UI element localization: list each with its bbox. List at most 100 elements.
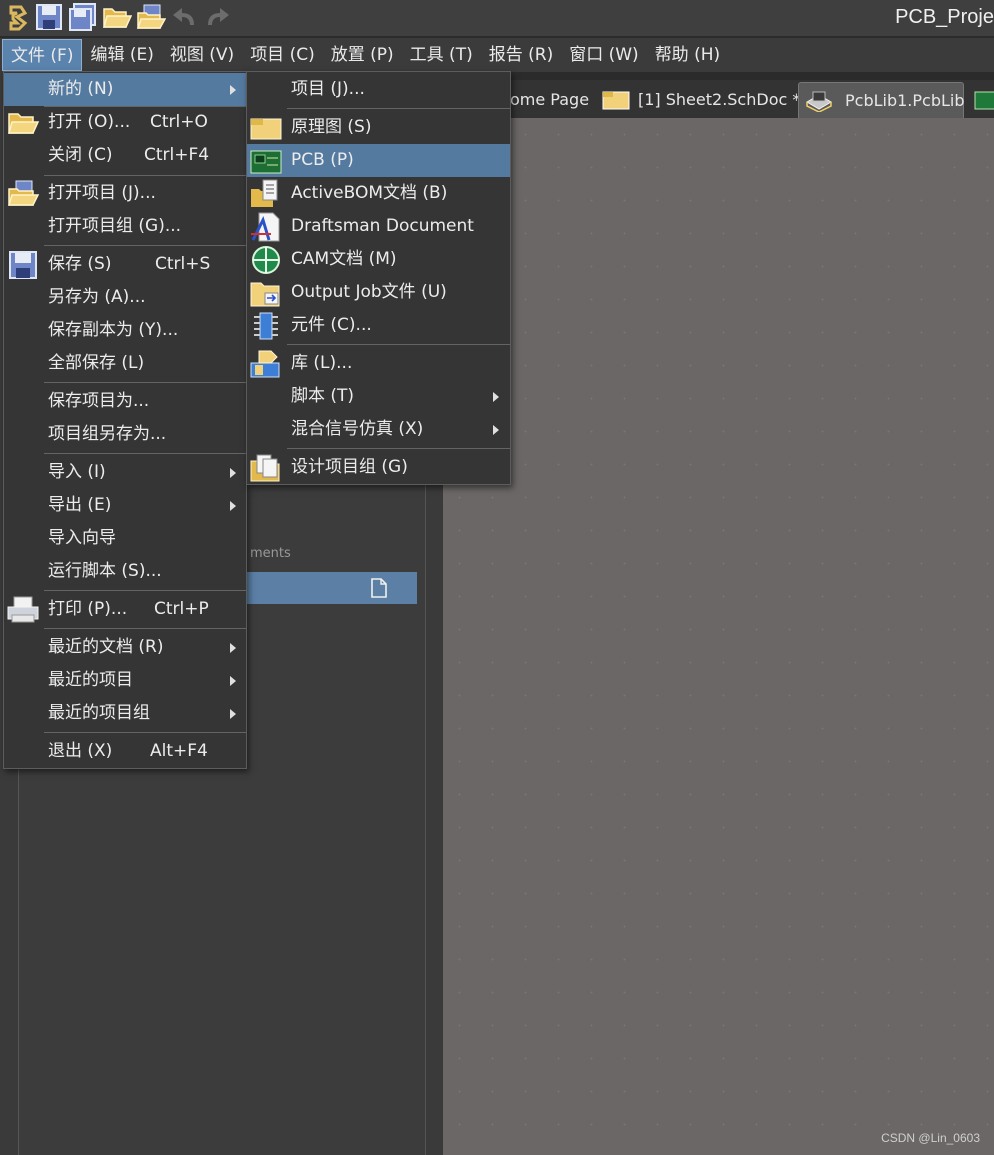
menu-separator <box>287 108 510 109</box>
menu-separator <box>44 382 246 383</box>
submenu-arrow-icon <box>230 468 236 478</box>
schematic-icon <box>602 91 630 110</box>
menu-item-recent-project-groups[interactable]: 最近的项目组 <box>4 697 246 730</box>
menu-item-save-project-group-as[interactable]: 项目组另存为... <box>4 418 246 451</box>
tab-label: PcbLib1.PcbLib <box>845 91 965 110</box>
component-icon <box>254 312 278 340</box>
menu-item-save-all[interactable]: 全部保存 (L) <box>4 347 246 380</box>
new-item-project[interactable]: 项目 (J)... <box>247 73 510 106</box>
open-project-icon <box>7 180 40 206</box>
pcb-library-icon <box>806 91 832 112</box>
title-bar: PCB_Proje <box>0 0 994 36</box>
submenu-arrow-icon <box>230 709 236 719</box>
cam-icon <box>252 246 280 274</box>
new-item-design-project-group[interactable]: 设计项目组 (G) <box>247 451 510 484</box>
submenu-arrow-icon <box>230 676 236 686</box>
menu-item-save[interactable]: 保存 (S) Ctrl+S <box>4 248 246 281</box>
menu-reports[interactable]: 报告 (R) <box>481 39 561 71</box>
menu-separator <box>287 448 510 449</box>
submenu-arrow-icon <box>230 501 236 511</box>
menu-item-run-script[interactable]: 运行脚本 (S)... <box>4 555 246 588</box>
design-canvas[interactable] <box>443 118 994 1155</box>
document-icon <box>371 578 387 598</box>
menu-window[interactable]: 窗口 (W) <box>561 39 646 71</box>
menu-item-open[interactable]: 打开 (O)... Ctrl+O <box>4 106 246 139</box>
submenu-arrow-icon <box>493 392 499 402</box>
menu-view[interactable]: 视图 (V) <box>162 39 242 71</box>
pcb-icon <box>974 91 994 110</box>
new-submenu: 项目 (J)... 原理图 (S) PCB (P) ActiveBOM文档 (B… <box>246 71 511 485</box>
new-item-schematic[interactable]: 原理图 (S) <box>247 111 510 144</box>
menu-separator <box>44 175 246 176</box>
menu-item-export[interactable]: 导出 (E) <box>4 489 246 522</box>
tab-home-page[interactable]: ome Page <box>510 82 596 118</box>
selected-document-row[interactable] <box>246 572 417 604</box>
menu-item-open-project[interactable]: 打开项目 (J)... <box>4 177 246 210</box>
pcb-icon <box>250 150 282 174</box>
tab-pcblib1[interactable]: PcbLib1.PcbLib <box>798 82 965 118</box>
new-item-mixed-signal-sim[interactable]: 混合信号仿真 (X) <box>247 413 510 446</box>
save-all-icon[interactable] <box>68 2 98 32</box>
menu-separator <box>44 453 246 454</box>
menu-bar: 文件 (F) 编辑 (E) 视图 (V) 项目 (C) 放置 (P) 工具 (T… <box>0 38 994 72</box>
library-icon <box>250 350 280 378</box>
tab-sheet2-schdoc[interactable]: [1] Sheet2.SchDoc * <box>596 82 800 118</box>
new-item-cam[interactable]: CAM文档 (M) <box>247 243 510 276</box>
menu-item-recent-documents[interactable]: 最近的文档 (R) <box>4 631 246 664</box>
tab-label: ome Page <box>510 90 590 109</box>
draftsman-icon <box>251 212 280 242</box>
menu-item-print[interactable]: 打印 (P)... Ctrl+P <box>4 593 246 626</box>
menu-help[interactable]: 帮助 (H) <box>647 39 728 71</box>
panel-partial-text: ments <box>250 546 291 561</box>
menu-file[interactable]: 文件 (F) <box>2 39 83 71</box>
menu-place[interactable]: 放置 (P) <box>323 39 402 71</box>
app-logo-icon <box>2 2 32 32</box>
submenu-arrow-icon <box>230 85 236 95</box>
new-item-activebom[interactable]: ActiveBOM文档 (B) <box>247 177 510 210</box>
menu-tools[interactable]: 工具 (T) <box>402 39 481 71</box>
schematic-icon <box>250 118 282 140</box>
menu-item-save-as[interactable]: 另存为 (A)... <box>4 281 246 314</box>
file-menu-dropdown: 新的 (N) 打开 (O)... Ctrl+O 关闭 (C) Ctrl+F4 打… <box>3 71 247 769</box>
menu-project[interactable]: 项目 (C) <box>242 39 323 71</box>
menu-separator <box>44 245 246 246</box>
bom-icon <box>251 179 278 207</box>
tab-label: [1] Sheet2.SchDoc * <box>638 90 801 109</box>
new-item-library[interactable]: 库 (L)... <box>247 347 510 380</box>
open-folder-icon[interactable] <box>102 2 132 32</box>
open-project-icon[interactable] <box>136 2 166 32</box>
new-item-pcb[interactable]: PCB (P) <box>247 144 510 177</box>
menu-edit[interactable]: 编辑 (E) <box>82 39 161 71</box>
menu-item-import-wizard[interactable]: 导入向导 <box>4 522 246 555</box>
menu-separator <box>44 732 246 733</box>
project-group-icon <box>250 454 280 482</box>
menu-item-save-copy-as[interactable]: 保存副本为 (Y)... <box>4 314 246 347</box>
menu-item-close[interactable]: 关闭 (C) Ctrl+F4 <box>4 139 246 172</box>
watermark: CSDN @Lin_0603 <box>881 1131 980 1145</box>
menu-separator <box>287 344 510 345</box>
window-title: PCB_Proje <box>895 6 994 28</box>
tab-pcb-partial[interactable] <box>970 82 994 118</box>
menu-item-save-project-as[interactable]: 保存项目为... <box>4 385 246 418</box>
menu-separator <box>44 590 246 591</box>
submenu-arrow-icon <box>493 425 499 435</box>
document-tabs: ome Page [1] Sheet2.SchDoc * PcbLib1.Pcb… <box>510 80 994 118</box>
open-folder-icon <box>8 113 40 134</box>
new-item-script[interactable]: 脚本 (T) <box>247 380 510 413</box>
save-icon <box>9 251 37 279</box>
outjob-icon <box>250 282 280 307</box>
menu-item-import[interactable]: 导入 (I) <box>4 456 246 489</box>
menu-item-recent-projects[interactable]: 最近的项目 <box>4 664 246 697</box>
menu-item-new[interactable]: 新的 (N) <box>4 73 246 106</box>
submenu-arrow-icon <box>230 643 236 653</box>
save-icon[interactable] <box>34 2 64 32</box>
menu-separator <box>44 628 246 629</box>
printer-icon <box>7 596 39 623</box>
new-item-draftsman[interactable]: Draftsman Document <box>247 210 510 243</box>
new-item-output-job[interactable]: Output Job文件 (U) <box>247 276 510 309</box>
menu-item-exit[interactable]: 退出 (X) Alt+F4 <box>4 735 246 768</box>
new-item-component[interactable]: 元件 (C)... <box>247 309 510 342</box>
menu-item-open-project-group[interactable]: 打开项目组 (G)... <box>4 210 246 243</box>
undo-icon[interactable] <box>170 2 200 32</box>
redo-icon[interactable] <box>202 2 232 32</box>
